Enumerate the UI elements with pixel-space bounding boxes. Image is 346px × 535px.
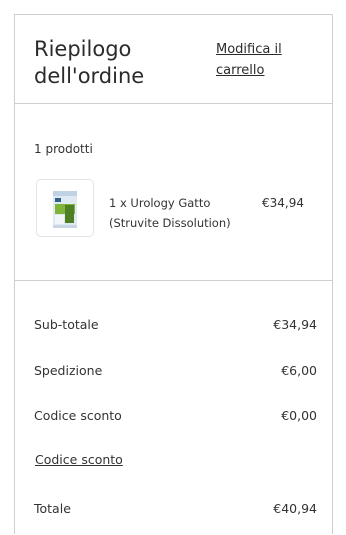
total-value: €40,94 (273, 501, 317, 516)
product-count: 1 prodotti (34, 142, 93, 156)
products-section: 1 prodotti 1 x Urology Gatto (Struvite D… (15, 104, 332, 281)
shipping-label: Spedizione (34, 363, 103, 378)
shipping-value: €6,00 (281, 363, 317, 378)
discount-code-link[interactable]: Codice sconto (35, 452, 123, 467)
subtotal-value: €34,94 (273, 317, 317, 332)
discount-label: Codice sconto (34, 408, 122, 423)
subtotal-label: Sub-totale (34, 317, 99, 332)
product-bag-icon (53, 191, 77, 228)
order-summary-header: Riepilogo dell'ordine Modifica il carrel… (15, 15, 332, 104)
product-name: 1 x Urology Gatto (Struvite Dissolution) (109, 196, 231, 230)
total-label: Totale (34, 501, 71, 516)
discount-value: €0,00 (281, 408, 317, 423)
totals-section: Sub-totale €34,94 Spedizione €6,00 Codic… (15, 281, 332, 535)
order-summary-title: Riepilogo dell'ordine (34, 37, 145, 88)
product-price: €34,94 (262, 196, 304, 210)
edit-cart-link[interactable]: Modifica il carrello (216, 39, 316, 81)
order-summary-card: Riepilogo dell'ordine Modifica il carrel… (14, 14, 333, 534)
product-thumbnail[interactable] (36, 179, 94, 237)
